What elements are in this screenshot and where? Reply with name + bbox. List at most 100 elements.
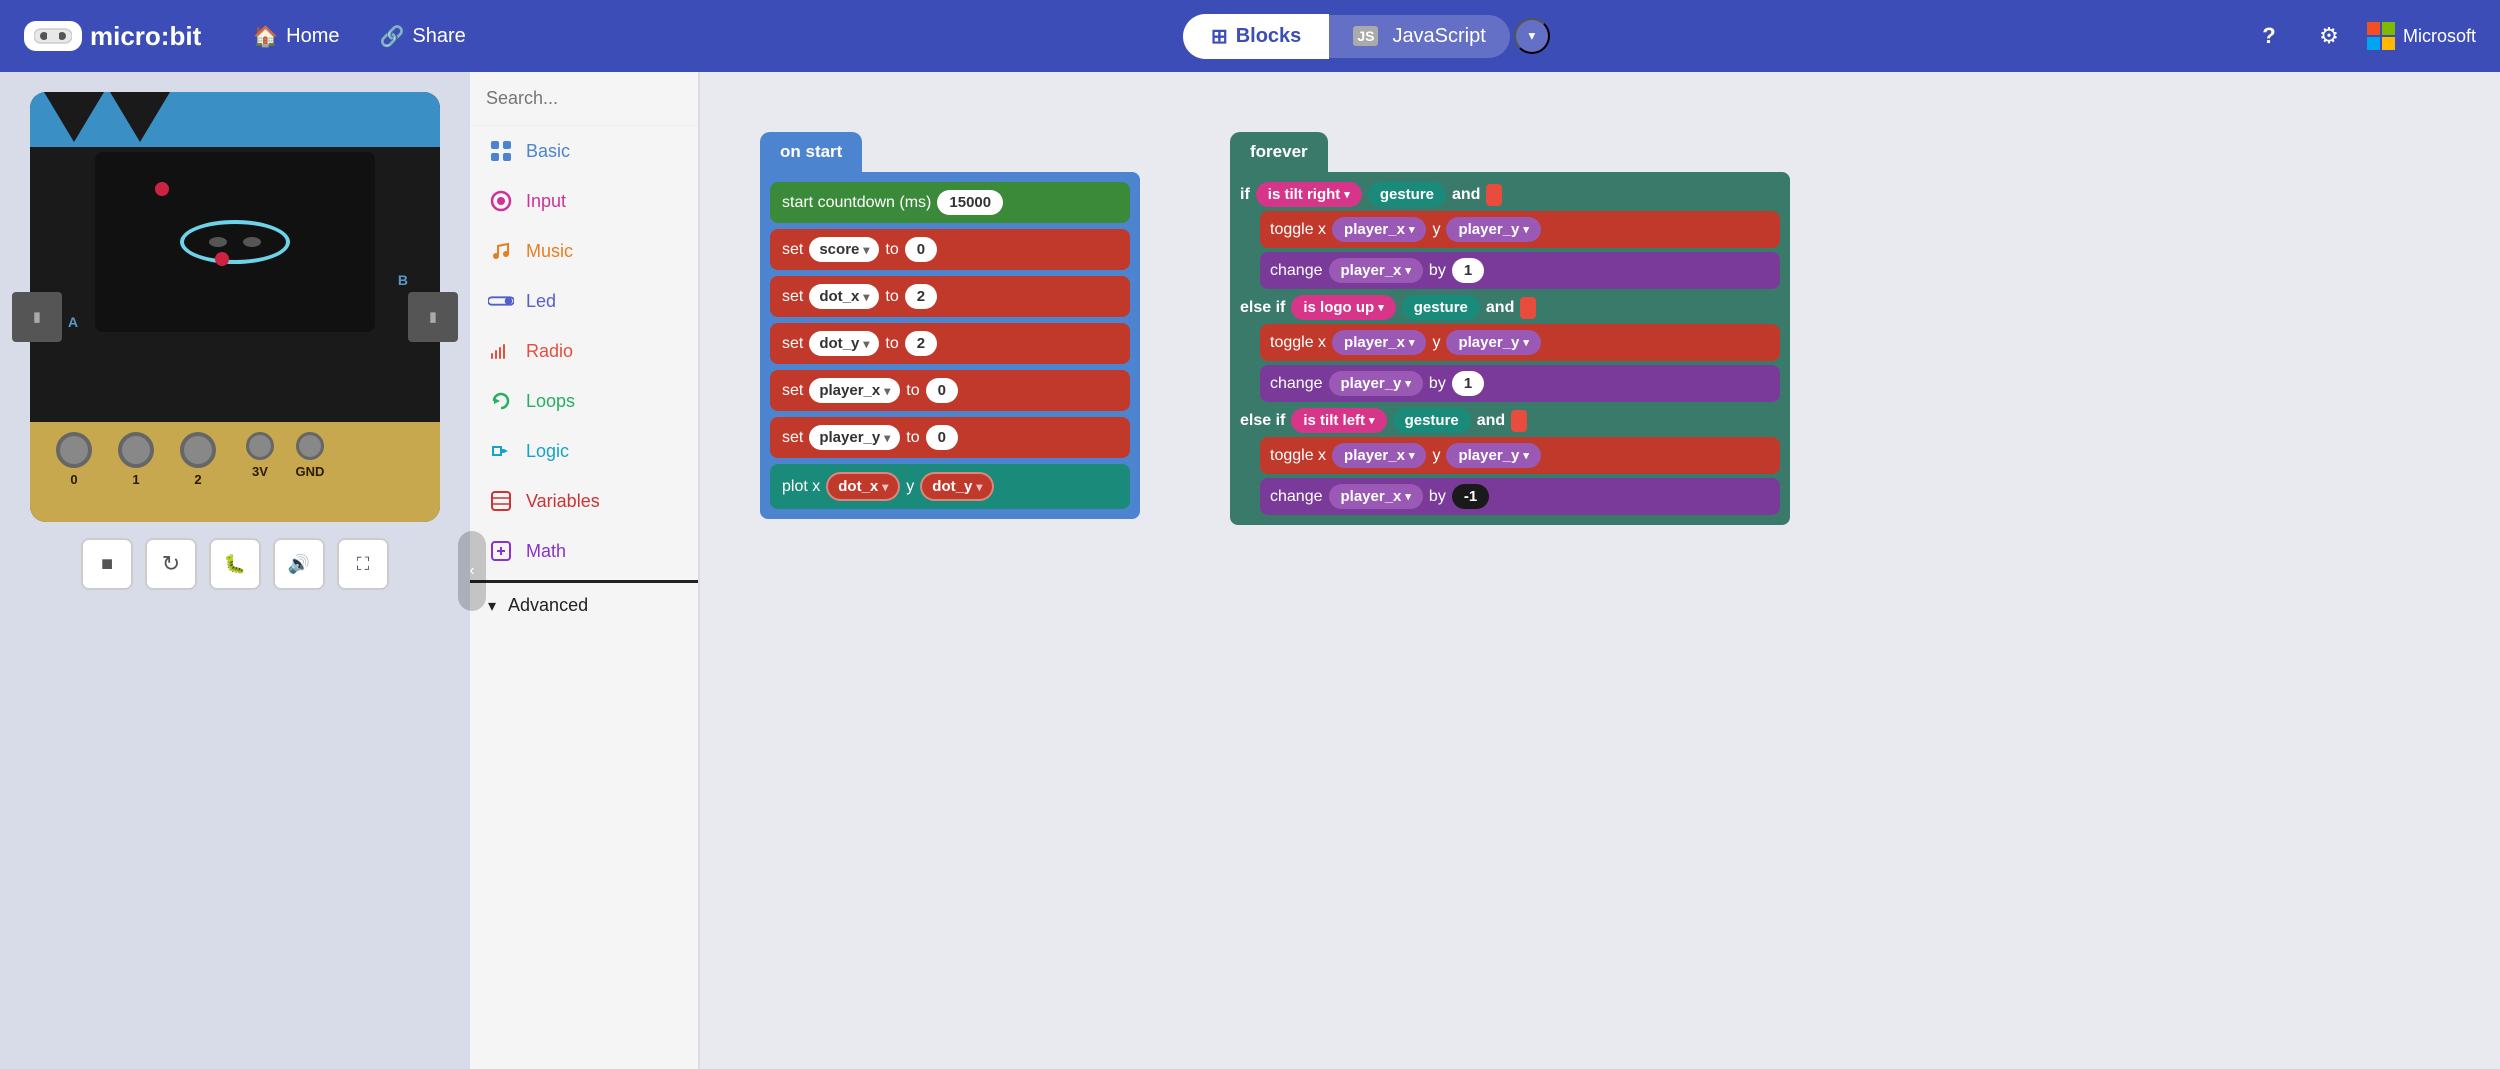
category-input[interactable]: Input <box>470 176 698 226</box>
js-icon: JS <box>1353 26 1378 46</box>
is-tilt-right[interactable]: is tilt right <box>1256 182 1362 207</box>
fullscreen-icon: ⛶ <box>357 554 370 575</box>
toggle-playerx-1[interactable]: player_x <box>1332 217 1426 242</box>
set-score-block[interactable]: set score to 0 <box>770 229 1130 270</box>
change-by-label-3: by <box>1429 488 1446 506</box>
set-label-2: set <box>782 288 803 306</box>
toggle-playery-2[interactable]: player_y <box>1446 330 1540 355</box>
change-playerx-1[interactable]: player_x <box>1329 258 1423 283</box>
plot-y-var[interactable]: dot_y <box>920 472 994 501</box>
is-logo-up[interactable]: is logo up <box>1291 295 1395 320</box>
change-playerx-3[interactable]: player_x <box>1329 484 1423 509</box>
on-start-container: on start start countdown (ms) 15000 set … <box>760 132 1140 519</box>
doty-value: 2 <box>905 331 937 356</box>
sound-button[interactable]: 🔊 <box>273 538 325 590</box>
toggle-y-label-2: y <box>1432 334 1440 352</box>
category-led[interactable]: Led <box>470 276 698 326</box>
math-icon <box>488 538 514 564</box>
category-loops[interactable]: Loops <box>470 376 698 426</box>
toggle-row-2[interactable]: toggle x player_x y player_y <box>1260 324 1780 361</box>
plot-label: plot x <box>782 478 820 496</box>
toggle-playerx-3[interactable]: player_x <box>1332 443 1426 468</box>
dotx-var[interactable]: dot_x <box>809 284 879 309</box>
category-math[interactable]: Math <box>470 526 698 576</box>
bug-icon: 🐛 <box>224 554 246 575</box>
category-music[interactable]: Music <box>470 226 698 276</box>
logic-icon <box>488 438 514 464</box>
button-a-label: A <box>68 314 78 330</box>
set-playerx-block[interactable]: set player_x to 0 <box>770 370 1130 411</box>
plot-block[interactable]: plot x dot_x y dot_y <box>770 464 1130 509</box>
stop-button[interactable]: ■ <box>81 538 133 590</box>
change-label-2: change <box>1270 375 1323 393</box>
debug-button[interactable]: 🐛 <box>209 538 261 590</box>
score-value: 0 <box>905 237 937 262</box>
start-countdown-block[interactable]: start countdown (ms) 15000 <box>770 182 1130 223</box>
advanced-section[interactable]: ▾ Advanced <box>470 580 698 628</box>
doty-var[interactable]: dot_y <box>809 331 879 356</box>
if-label-1: if <box>1240 186 1250 204</box>
change-row-2[interactable]: change player_y by 1 <box>1260 365 1780 402</box>
set-label-4: set <box>782 382 803 400</box>
change-by-label-1: by <box>1429 262 1446 280</box>
help-icon: ? <box>2262 23 2275 49</box>
pin-3v[interactable]: 3V <box>242 432 278 479</box>
set-doty-block[interactable]: set dot_y to 2 <box>770 323 1130 364</box>
category-logic[interactable]: Logic <box>470 426 698 476</box>
toggle-playery-3[interactable]: player_y <box>1446 443 1540 468</box>
change-row-3[interactable]: change player_x by -1 <box>1260 478 1780 515</box>
else-if-label-2: else if <box>1240 412 1285 430</box>
search-input[interactable] <box>486 88 718 109</box>
change-row-1[interactable]: change player_x by 1 <box>1260 252 1780 289</box>
search-area: 🔍 <box>470 72 698 126</box>
score-var[interactable]: score <box>809 237 879 262</box>
stop-icon: ■ <box>101 553 113 576</box>
help-button[interactable]: ? <box>2247 14 2291 58</box>
category-variables[interactable]: Variables <box>470 476 698 526</box>
microsoft-logo: Microsoft <box>2367 22 2476 50</box>
scroll-handle[interactable]: ‹ <box>458 531 486 611</box>
playery-var[interactable]: player_y <box>809 425 900 450</box>
button-a[interactable]: ▮ <box>12 292 62 342</box>
playerx-var[interactable]: player_x <box>809 378 900 403</box>
button-b[interactable]: ▮ <box>408 292 458 342</box>
fullscreen-button[interactable]: ⛶ <box>337 538 389 590</box>
set-playery-block[interactable]: set player_y to 0 <box>770 417 1130 458</box>
device-eye-right <box>243 237 261 247</box>
loops-icon <box>488 388 514 414</box>
share-button[interactable]: 🔗 Share <box>360 16 486 57</box>
home-icon: 🏠 <box>253 24 278 49</box>
forever-label: forever <box>1250 142 1308 161</box>
change-by-val-2: 1 <box>1452 371 1484 396</box>
gesture-label-1: gesture <box>1368 182 1446 207</box>
to-label-5: to <box>906 429 919 447</box>
toggle-row-3[interactable]: toggle x player_x y player_y <box>1260 437 1780 474</box>
and-label-2: and <box>1486 299 1514 317</box>
home-button[interactable]: 🏠 Home <box>233 16 359 57</box>
led-dot <box>155 182 169 196</box>
plot-x-var[interactable]: dot_x <box>826 472 900 501</box>
settings-button[interactable]: ⚙ <box>2307 14 2351 58</box>
to-label-3: to <box>885 335 898 353</box>
led-dot <box>215 252 229 266</box>
workspace[interactable]: on start start countdown (ms) 15000 set … <box>700 72 2500 1069</box>
pin-2[interactable]: 2 <box>174 432 222 487</box>
pin-gnd[interactable]: GND <box>288 432 332 479</box>
toggle-playerx-2[interactable]: player_x <box>1332 330 1426 355</box>
is-tilt-left[interactable]: is tilt left <box>1291 408 1386 433</box>
blocks-tab[interactable]: ⊞ Blocks <box>1183 14 1329 59</box>
change-playery-2[interactable]: player_y <box>1329 371 1423 396</box>
toggle-playery-1[interactable]: player_y <box>1446 217 1540 242</box>
to-label-2: to <box>885 288 898 306</box>
javascript-tab[interactable]: JS JavaScript <box>1329 15 1510 58</box>
category-radio[interactable]: Radio <box>470 326 698 376</box>
pin-0[interactable]: 0 <box>50 432 98 487</box>
set-dotx-block[interactable]: set dot_x to 2 <box>770 276 1130 317</box>
pin-1[interactable]: 1 <box>112 432 160 487</box>
variables-icon <box>488 488 514 514</box>
tab-dropdown-button[interactable]: ▾ <box>1514 18 1550 54</box>
toggle-row-1[interactable]: toggle x player_x y player_y <box>1260 211 1780 248</box>
category-basic[interactable]: Basic <box>470 126 698 176</box>
restart-button[interactable]: ↻ <box>145 538 197 590</box>
microbit-device: ▮ A ▮ B 0 1 <box>30 92 440 522</box>
